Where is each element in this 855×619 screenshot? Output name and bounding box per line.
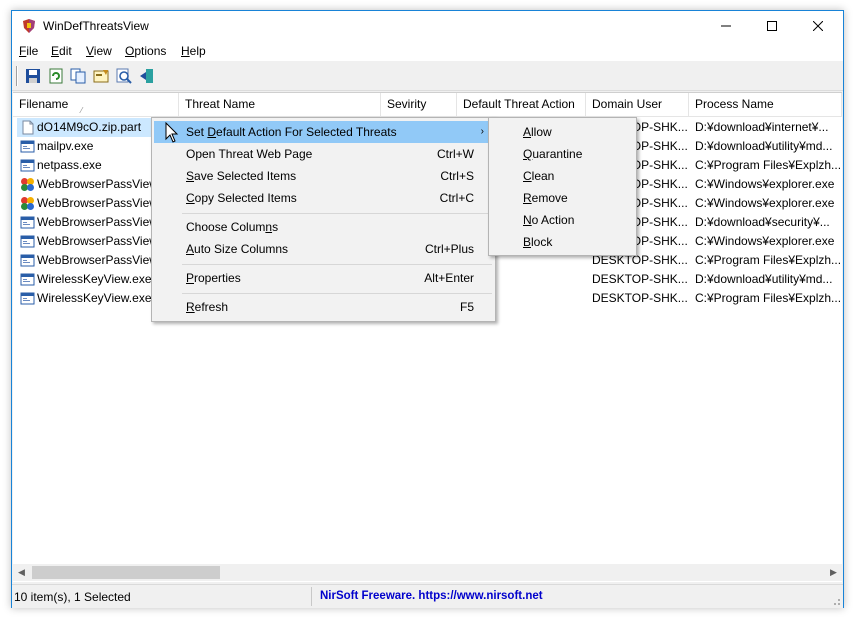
scroll-right-icon[interactable]: ▶ — [825, 564, 842, 581]
column-filename[interactable]: Filename ⁄ — [13, 93, 179, 117]
app-window-icon — [20, 235, 35, 248]
filename-text: WebBrowserPassView. — [37, 177, 161, 191]
refresh-icon[interactable] — [47, 67, 65, 85]
cell-process-name: C:¥Program Files¥Explzh... — [695, 158, 841, 172]
app-shield-icon — [23, 19, 35, 33]
save-icon[interactable] — [24, 67, 42, 85]
cell-process-name: D:¥download¥utility¥md... — [695, 272, 833, 286]
submenu-item-block[interactable]: Block — [491, 231, 634, 253]
nirsoft-link[interactable]: NirSoft Freeware. https://www.nirsoft.ne… — [320, 590, 543, 602]
menu-item-refresh[interactable]: Refresh F5 — [154, 296, 493, 318]
submenu-item-allow[interactable]: Allow — [491, 121, 634, 143]
menu-separator — [182, 213, 492, 214]
app-window-icon — [20, 140, 35, 153]
column-header-row: Filename ⁄ Threat Name Sevirity Default T… — [13, 93, 842, 117]
properties-icon[interactable] — [92, 67, 110, 85]
menu-file[interactable]: File — [19, 44, 38, 58]
menu-item-save-selected[interactable]: Save Selected Items Ctrl+S — [154, 165, 493, 187]
menu-item-properties[interactable]: Properties Alt+Enter — [154, 267, 493, 289]
scroll-left-icon[interactable]: ◀ — [13, 564, 30, 581]
default-action-submenu: Allow Quarantine Clean Remove No Action … — [488, 117, 637, 256]
menu-item-open-threat-web-page[interactable]: Open Threat Web Page Ctrl+W — [154, 143, 493, 165]
cell-domain-user: DESKTOP-SHK... — [592, 291, 688, 305]
minimize-icon — [721, 25, 731, 27]
cell-process-name: D:¥download¥utility¥md... — [695, 139, 833, 153]
context-menu: Set Default Action For Selected Threats … — [151, 117, 496, 322]
submenu-arrow-icon: › — [480, 126, 484, 137]
cell-process-name: C:¥Windows¥explorer.exe — [695, 196, 835, 210]
filename-text: WebBrowserPassView. — [37, 234, 161, 248]
column-threat-name[interactable]: Threat Name — [179, 93, 381, 117]
blank-file-icon — [22, 120, 34, 135]
close-icon — [813, 21, 823, 31]
column-default-action[interactable]: Default Threat Action — [457, 93, 586, 117]
color-app-icon — [21, 197, 34, 210]
maximize-button[interactable] — [749, 11, 795, 41]
close-button[interactable] — [795, 11, 841, 41]
mouse-cursor-icon — [165, 122, 179, 143]
app-window-icon — [20, 254, 35, 267]
toolbar — [12, 62, 843, 91]
toolbar-grip — [16, 66, 18, 86]
filename-text: mailpv.exe — [37, 139, 94, 153]
submenu-item-clean[interactable]: Clean — [491, 165, 634, 187]
menu-separator — [182, 264, 492, 265]
column-severity[interactable]: Sevirity — [381, 93, 457, 117]
filename-text: netpass.exe — [37, 158, 102, 172]
sort-ascending-icon: ⁄ — [81, 106, 83, 115]
window-title: WinDefThreatsView — [43, 19, 149, 33]
cell-process-name: C:¥Program Files¥Explzh... — [695, 291, 841, 305]
menu-item-choose-columns[interactable]: Choose Columns — [154, 216, 493, 238]
cell-process-name: D:¥download¥security¥... — [695, 215, 830, 229]
column-process-name[interactable]: Process Name — [689, 93, 842, 117]
status-divider — [311, 587, 312, 606]
copy-icon[interactable] — [69, 67, 87, 85]
status-item-count: 10 item(s), 1 Selected — [14, 590, 131, 604]
title-bar[interactable]: WinDefThreatsView — [12, 11, 843, 41]
filename-text: dO14M9cO.zip.part — [37, 120, 142, 134]
filename-text: WebBrowserPassView. — [37, 215, 161, 229]
filename-text: WebBrowserPassView. — [37, 253, 161, 267]
menu-bar: File Edit View Options Help — [12, 41, 843, 61]
app-window-icon — [20, 292, 35, 305]
menu-options[interactable]: Options — [125, 44, 166, 58]
cell-process-name: C:¥Windows¥explorer.exe — [695, 234, 835, 248]
cell-process-name: C:¥Program Files¥Explzh... — [695, 253, 841, 267]
filename-text: WebBrowserPassView. — [37, 196, 161, 210]
color-app-icon — [21, 178, 34, 191]
app-window-icon — [20, 216, 35, 229]
exit-icon[interactable] — [138, 67, 156, 85]
status-bar: 10 item(s), 1 Selected NirSoft Freeware.… — [12, 584, 843, 608]
menu-item-copy-selected[interactable]: Copy Selected Items Ctrl+C — [154, 187, 493, 209]
submenu-item-no-action[interactable]: No Action — [491, 209, 634, 231]
menu-item-auto-size-columns[interactable]: Auto Size Columns Ctrl+Plus — [154, 238, 493, 260]
cell-domain-user: DESKTOP-SHK... — [592, 272, 688, 286]
menu-edit[interactable]: Edit — [51, 44, 72, 58]
minimize-button[interactable] — [703, 11, 749, 41]
find-icon[interactable] — [115, 67, 133, 85]
horizontal-scrollbar[interactable]: ◀ ▶ — [13, 564, 842, 581]
filename-text: WirelessKeyView.exe — [37, 291, 152, 305]
app-window-icon — [20, 159, 35, 172]
cell-process-name: D:¥download¥internet¥... — [695, 120, 829, 134]
maximize-icon — [767, 21, 777, 31]
menu-separator — [182, 293, 492, 294]
scrollbar-thumb[interactable] — [32, 566, 220, 579]
submenu-item-remove[interactable]: Remove — [491, 187, 634, 209]
filename-text: WirelessKeyView.exe — [37, 272, 152, 286]
menu-view[interactable]: View — [86, 44, 112, 58]
menu-item-set-default-action[interactable]: Set Default Action For Selected Threats … — [154, 121, 493, 143]
column-domain-user[interactable]: Domain User — [586, 93, 689, 117]
resize-grip-icon[interactable] — [831, 596, 841, 606]
submenu-item-quarantine[interactable]: Quarantine — [491, 143, 634, 165]
menu-help[interactable]: Help — [181, 44, 206, 58]
cell-process-name: C:¥Windows¥explorer.exe — [695, 177, 835, 191]
app-window-icon — [20, 273, 35, 286]
